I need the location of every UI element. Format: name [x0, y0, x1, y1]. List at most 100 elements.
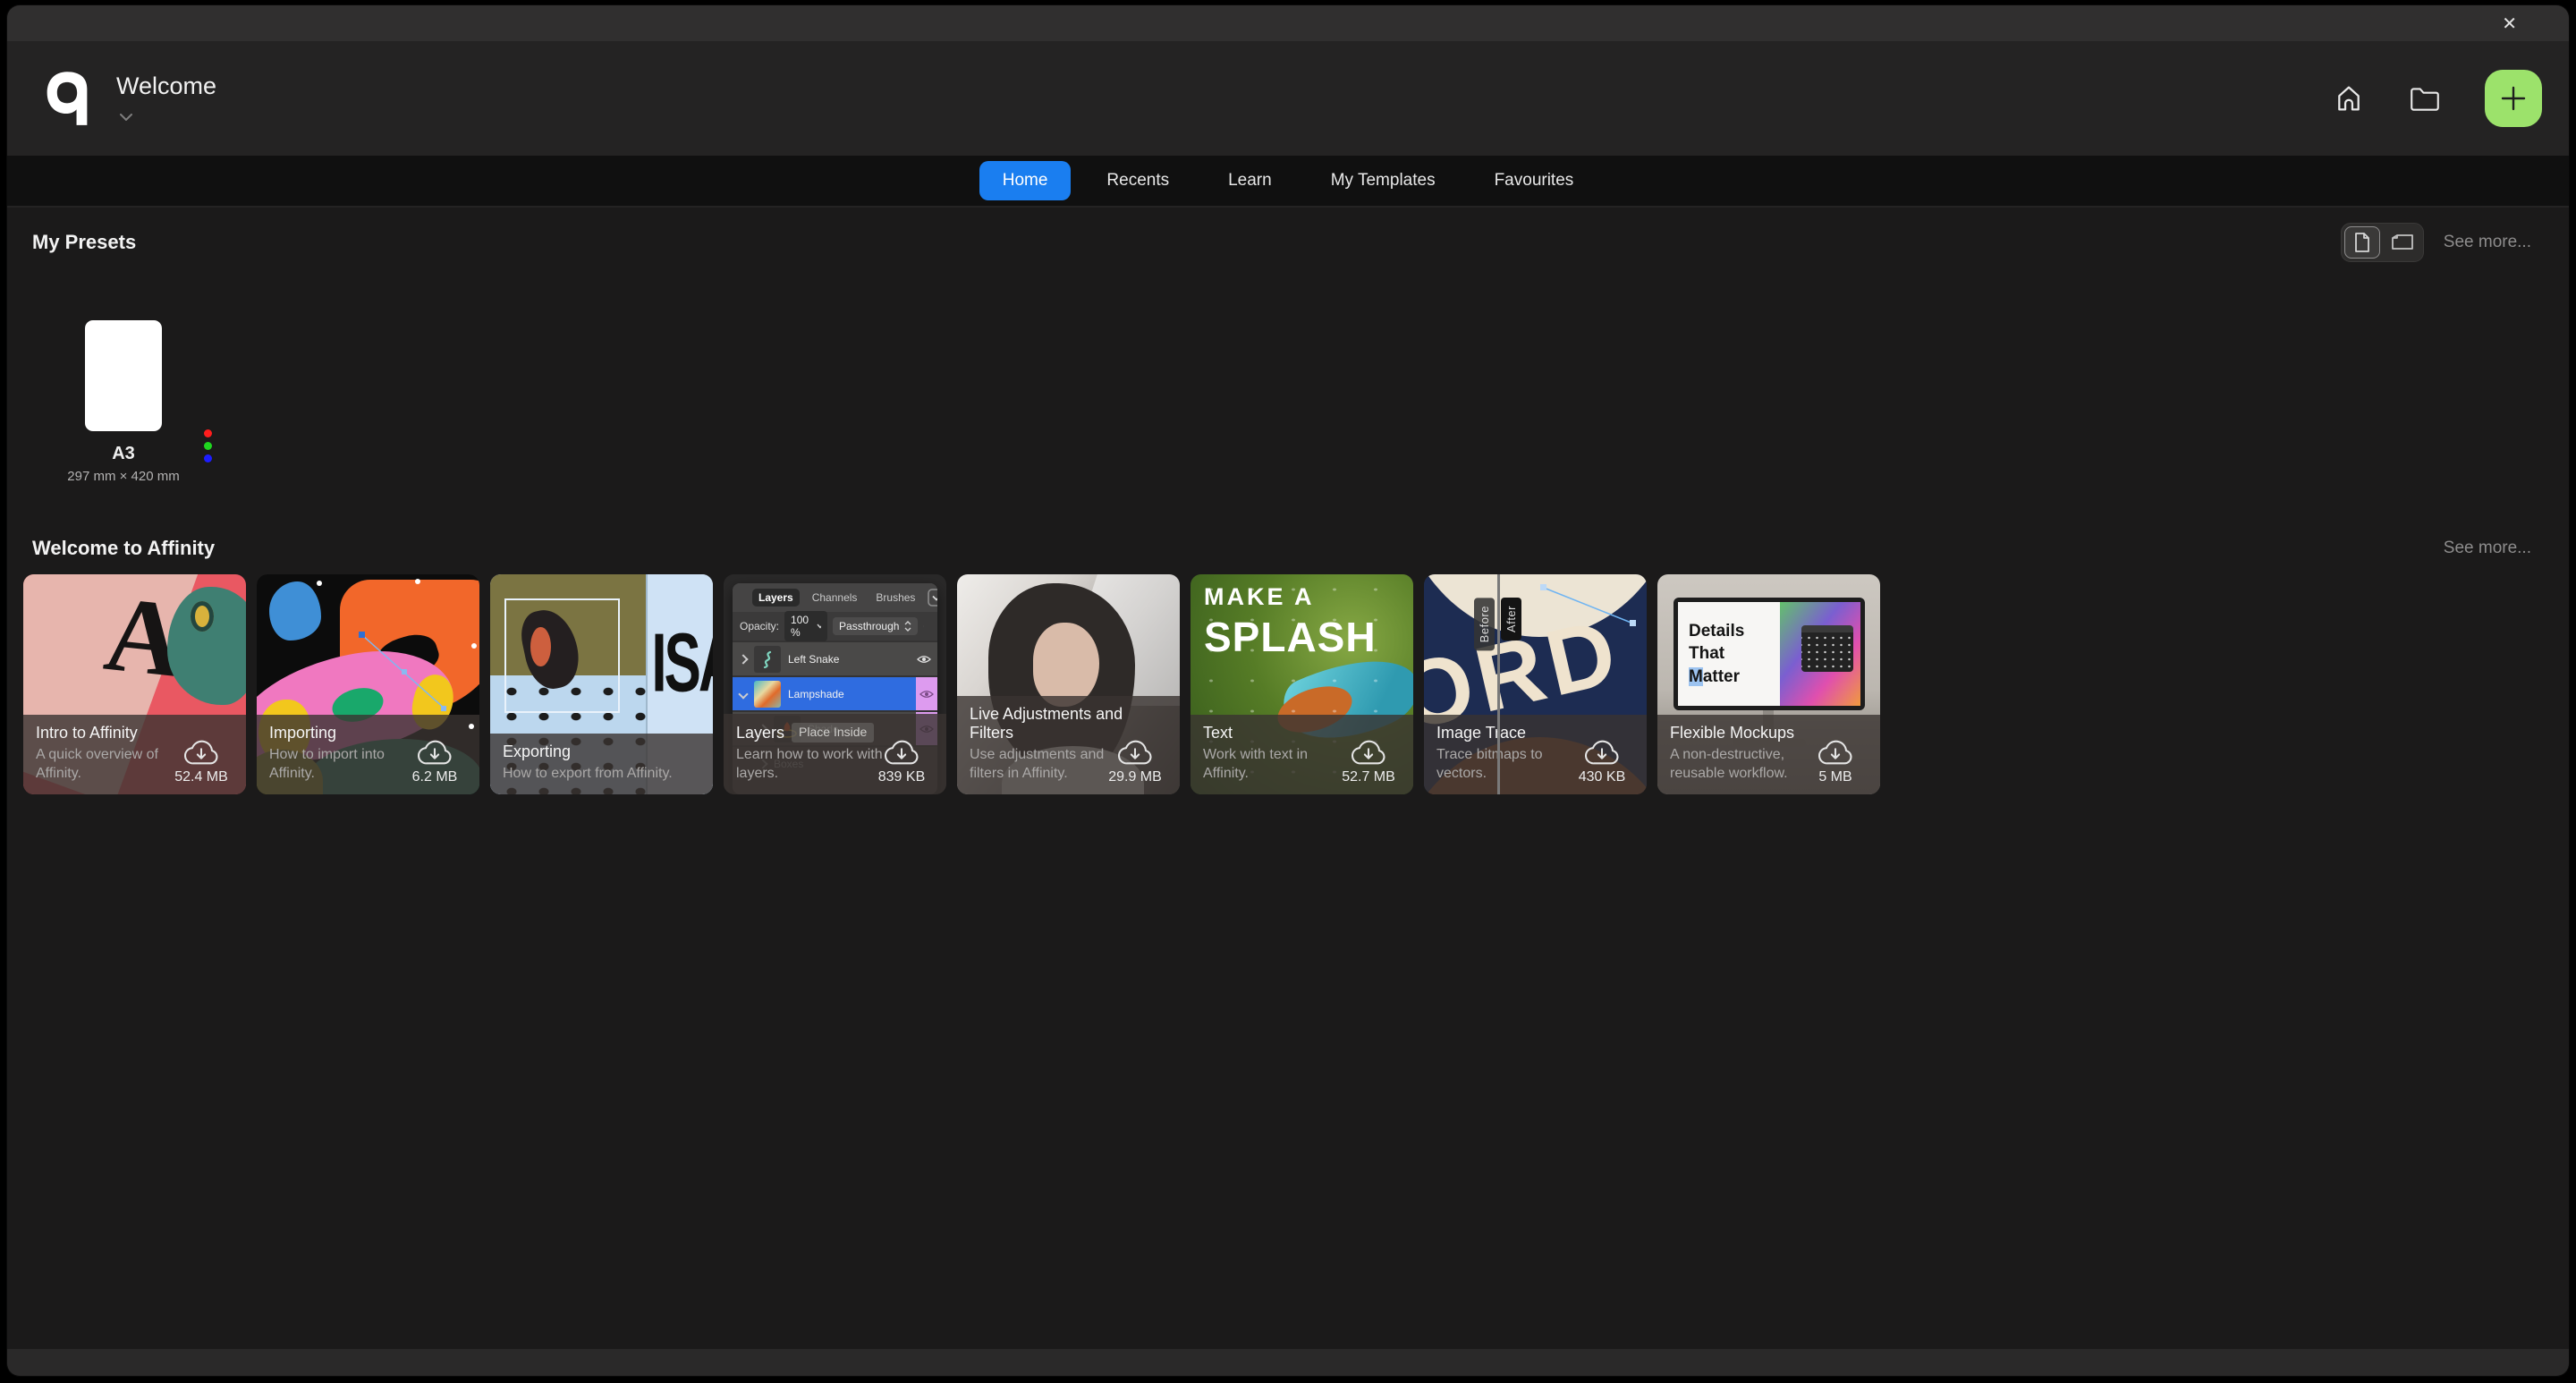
- cloud-download-icon: [1818, 740, 1852, 765]
- app-window: ✕ Welcome Home Recents Learn My Template…: [7, 5, 2569, 1376]
- tab-recents[interactable]: Recents: [1083, 161, 1192, 200]
- panel-menu-icon: [928, 589, 937, 607]
- card-description: A non-destructive, reusable workflow.: [1670, 747, 1788, 782]
- card-image-trace[interactable]: ORD Before After Image Trace Trace bitma…: [1424, 574, 1647, 794]
- place-inside-tag: Place Inside: [792, 723, 875, 742]
- green-dot: [204, 442, 212, 450]
- welcome-heading: Welcome to Affinity: [32, 537, 216, 559]
- landscape-view-button[interactable]: [2385, 226, 2420, 259]
- download-size: 52.4 MB: [174, 769, 228, 785]
- download-indicator: 52.4 MB: [167, 740, 235, 785]
- card-exporting[interactable]: ISAB Exporting How to export from Affini…: [490, 574, 713, 794]
- tutorial-cards-row: A Intro to Affinity A quick overview of …: [23, 574, 2553, 794]
- cloud-download-icon: [184, 740, 218, 765]
- before-label: Before: [1474, 598, 1495, 651]
- presets-section-header: My Presets See more...: [32, 223, 2537, 262]
- preset-dimensions: 297 mm × 420 mm: [67, 469, 180, 484]
- content: My Presets See more... A3 297 mm × 420 m…: [7, 208, 2569, 1349]
- screen-text-line: That: [1689, 644, 1725, 664]
- cloud-download-icon: [1585, 740, 1619, 765]
- blend-mode-dropdown: Passthrough: [833, 617, 919, 635]
- tab-favourites[interactable]: Favourites: [1471, 161, 1597, 200]
- thumb-poster-text: ISAB: [651, 616, 713, 710]
- cloud-download-icon: [1118, 740, 1152, 765]
- cloud-download-icon: [885, 740, 919, 765]
- card-text[interactable]: MAKE A SPLASH Text Work with text in Aff…: [1191, 574, 1413, 794]
- presets-body: A3 297 mm × 420 mm: [7, 261, 2569, 530]
- card-overlay: Exporting How to export from Affinity.: [490, 734, 713, 794]
- lock-icon: [929, 619, 930, 633]
- title-block: Welcome: [116, 72, 216, 125]
- preset-name: A3: [112, 444, 135, 463]
- preset-page-preview: [85, 320, 162, 431]
- download-indicator: 29.9 MB: [1101, 740, 1169, 785]
- gear-icon: [923, 625, 925, 627]
- after-label: After: [1501, 598, 1521, 641]
- preset-orientation-toggle: [2340, 223, 2424, 262]
- card-intro-to-affinity[interactable]: A Intro to Affinity A quick overview of …: [23, 574, 246, 794]
- layer-row: Left Snake: [733, 641, 937, 675]
- panel-tab-channels: Channels: [811, 591, 858, 604]
- layer-name: Lampshade: [788, 687, 844, 700]
- panel-tab-layers: Layers: [752, 589, 800, 607]
- home-button[interactable]: [2333, 82, 2365, 115]
- home-icon: [2338, 86, 2360, 111]
- tab-learn[interactable]: Learn: [1205, 161, 1295, 200]
- tab-home[interactable]: Home: [979, 161, 1072, 200]
- new-document-button[interactable]: [2485, 70, 2542, 127]
- layer-thumbnail: [754, 680, 781, 708]
- page-title: Welcome: [116, 72, 217, 99]
- card-description: Trace bitmaps to vectors.: [1436, 747, 1543, 782]
- titlebar: ✕: [7, 5, 2569, 41]
- card-thumb-illustration: [257, 574, 479, 794]
- cloud-download-icon: [1352, 740, 1385, 765]
- screen-text-line: Matter: [1689, 666, 1741, 686]
- card-importing[interactable]: Importing How to import into Affinity. 6…: [257, 574, 479, 794]
- blue-dot: [204, 454, 212, 462]
- thumb-headline-1: MAKE A: [1204, 583, 1315, 610]
- card-title: Exporting: [503, 742, 572, 761]
- screen-text-line: Details: [1689, 621, 1745, 641]
- bezier-handles: [317, 579, 477, 729]
- panel-tab-brushes: Brushes: [876, 591, 916, 604]
- download-indicator: 430 KB: [1568, 740, 1636, 785]
- tabbar: Home Recents Learn My Templates Favourit…: [7, 156, 2569, 208]
- card-description: Learn how to work with layers.: [736, 747, 883, 782]
- layer-row-selected: Lampshade: [733, 675, 937, 710]
- portrait-view-button[interactable]: [2343, 226, 2380, 259]
- eye-icon: [917, 655, 931, 664]
- card-flexible-mockups[interactable]: Details That Matter Flexible Mockups A n…: [1657, 574, 1880, 794]
- folder-icon: [2411, 88, 2439, 111]
- card-description: A quick overview of Affinity.: [36, 747, 158, 782]
- collapse-chevron-icon: [738, 688, 749, 700]
- plus-icon: [2501, 86, 2526, 111]
- layer-name: Left Snake: [788, 652, 840, 666]
- card-live-adjustments[interactable]: Live Adjustments and Filters Use adjustm…: [957, 574, 1180, 794]
- monitor-mockup: Details That Matter: [1674, 598, 1865, 710]
- header: Welcome: [7, 41, 2569, 156]
- opacity-value-dropdown: 100 %: [784, 611, 828, 641]
- landscape-page-icon: [2391, 234, 2413, 250]
- download-size: 52.7 MB: [1342, 769, 1395, 785]
- eye-icon: [916, 677, 937, 710]
- card-layers[interactable]: Layers Channels Brushes Opacity: 100 % P…: [724, 574, 946, 794]
- presets-see-more-link[interactable]: See more...: [2438, 232, 2537, 253]
- red-dot: [204, 429, 212, 437]
- welcome-see-more-link[interactable]: See more...: [2438, 538, 2537, 559]
- portrait-page-icon: [2354, 233, 2369, 252]
- download-indicator: 839 KB: [868, 740, 936, 785]
- close-button[interactable]: ✕: [2496, 13, 2522, 33]
- card-description: Use adjustments and filters in Affinity.: [970, 747, 1105, 782]
- header-actions: [2333, 70, 2542, 127]
- download-size: 29.9 MB: [1108, 769, 1162, 785]
- status-bar: [7, 1349, 2569, 1376]
- opacity-label: Opacity:: [740, 620, 780, 632]
- expand-chevron-icon: [738, 653, 749, 665]
- card-description: Work with text in Affinity.: [1203, 747, 1309, 782]
- preset-a3[interactable]: A3 297 mm × 420 mm: [52, 320, 212, 484]
- tab-my-templates[interactable]: My Templates: [1308, 161, 1459, 200]
- chevron-down-icon[interactable]: [120, 109, 132, 125]
- card-description: How to export from Affinity.: [503, 766, 673, 782]
- download-indicator: 52.7 MB: [1335, 740, 1402, 785]
- open-folder-button[interactable]: [2408, 83, 2442, 114]
